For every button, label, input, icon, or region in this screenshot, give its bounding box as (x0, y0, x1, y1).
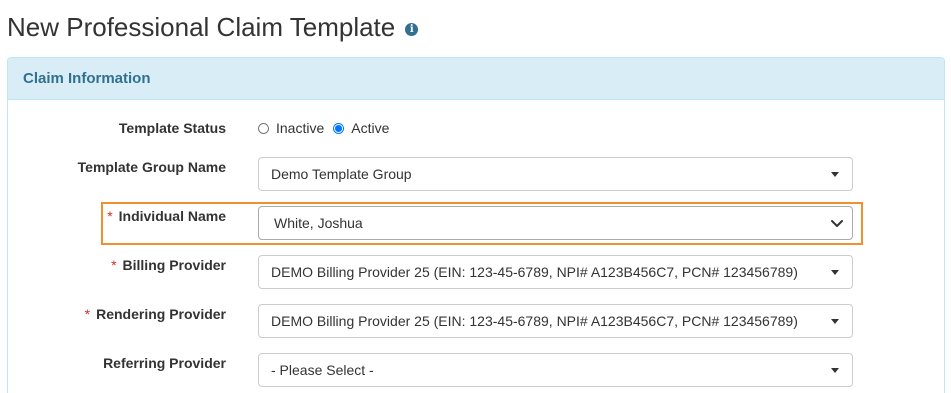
radio-active[interactable] (333, 122, 345, 134)
individual-name-highlight (101, 202, 863, 245)
caret-down-icon (831, 319, 839, 324)
page-title-text: New Professional Claim Template (7, 12, 396, 42)
caret-down-icon (831, 172, 839, 177)
billing-provider-value: DEMO Billing Provider 25 (EIN: 123-45-67… (271, 264, 798, 280)
radio-inactive[interactable] (258, 122, 269, 134)
radio-active-label[interactable]: Active (351, 120, 389, 136)
page-title: New Professional Claim Template i (7, 10, 419, 44)
billing-provider-label-text: Billing Provider (122, 257, 226, 273)
template-group-name-label: Template Group Name (77, 159, 226, 175)
template-group-name-value: Demo Template Group (271, 166, 412, 182)
caret-down-icon (831, 368, 839, 373)
rendering-provider-value: DEMO Billing Provider 25 (EIN: 123-45-67… (271, 313, 798, 329)
claim-information-panel: Claim Information Template Status Inacti… (7, 57, 945, 393)
caret-down-icon (831, 270, 839, 275)
panel-heading: Claim Information (8, 58, 944, 100)
rendering-provider-select[interactable]: DEMO Billing Provider 25 (EIN: 123-45-67… (258, 304, 853, 338)
info-circle-icon[interactable]: i (405, 22, 419, 36)
template-status-radio-group: Inactive Active (258, 120, 398, 136)
billing-provider-label: * Billing Provider (111, 257, 226, 273)
template-status-label: Template Status (118, 120, 226, 136)
referring-provider-value: - Please Select - (271, 362, 374, 378)
radio-inactive-label[interactable]: Inactive (276, 120, 324, 136)
rendering-provider-label: * Rendering Provider (85, 306, 226, 322)
required-marker: * (84, 306, 91, 322)
referring-provider-label: Referring Provider (103, 355, 226, 371)
billing-provider-select[interactable]: DEMO Billing Provider 25 (EIN: 123-45-67… (258, 255, 853, 289)
rendering-provider-label-text: Rendering Provider (96, 306, 226, 322)
required-marker: * (111, 257, 117, 273)
template-group-name-select[interactable]: Demo Template Group (258, 157, 853, 191)
panel-title: Claim Information (23, 70, 151, 87)
referring-provider-select[interactable]: - Please Select - (258, 353, 853, 387)
page: New Professional Claim Template i Claim … (0, 0, 951, 393)
